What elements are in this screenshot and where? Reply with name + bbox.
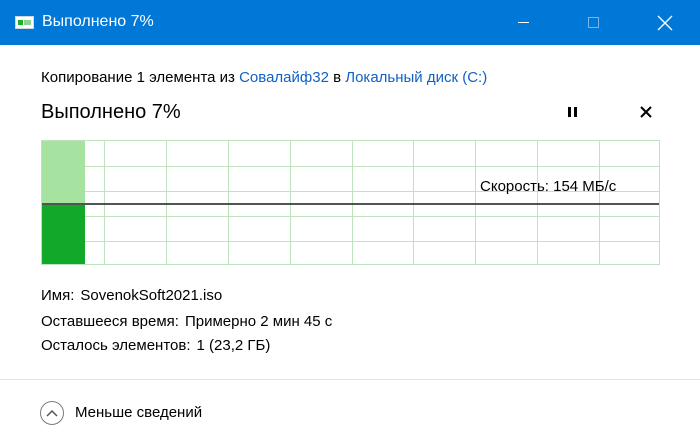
copy-prefix: Копирование 1 элемента из bbox=[41, 69, 240, 86]
items-label: Осталось элементов: bbox=[41, 337, 191, 354]
progress-fill-dark bbox=[42, 205, 85, 264]
window-title: Выполнено 7% bbox=[42, 13, 154, 30]
copy-progress-dialog: Выполнено 7% Копирование 1 элемента из С… bbox=[0, 0, 700, 444]
maximize-button bbox=[570, 0, 616, 45]
cancel-icon bbox=[640, 106, 652, 118]
time-label: Оставшееся время: bbox=[41, 313, 179, 330]
title-bar[interactable]: Выполнено 7% bbox=[0, 0, 700, 45]
destination-link[interactable]: Локальный диск (C:) bbox=[345, 69, 487, 86]
detail-name-row: Имя: SovenokSoft2021.iso bbox=[41, 286, 222, 306]
pause-icon bbox=[566, 107, 578, 117]
maximize-icon bbox=[587, 17, 599, 28]
name-value: SovenokSoft2021.iso bbox=[80, 287, 223, 304]
speed-label: Скорость: 154 МБ/с bbox=[480, 178, 617, 195]
copy-middle: в bbox=[328, 69, 346, 86]
source-link[interactable]: Совалайф32 bbox=[239, 69, 329, 86]
speed-graph-canvas bbox=[42, 141, 659, 264]
close-icon bbox=[657, 15, 673, 30]
minimize-icon bbox=[517, 22, 529, 23]
cancel-button[interactable] bbox=[635, 101, 657, 123]
time-value: Примерно 2 мин 45 с bbox=[184, 313, 333, 330]
less-details-button[interactable]: Меньше сведений bbox=[40, 399, 202, 427]
items-value: 1 (23,2 ГБ) bbox=[196, 337, 271, 354]
progress-title: Выполнено 7% bbox=[41, 101, 181, 123]
name-label: Имя: bbox=[41, 287, 75, 304]
detail-time-row: Оставшееся время: Примерно 2 мин 45 с bbox=[41, 312, 332, 332]
footer: Меньше сведений bbox=[0, 380, 700, 444]
minimize-button[interactable] bbox=[500, 0, 546, 45]
less-details-label: Меньше сведений bbox=[75, 404, 203, 421]
close-button[interactable] bbox=[642, 0, 688, 45]
progress-fill-light bbox=[42, 141, 85, 203]
graph-grid bbox=[42, 141, 659, 264]
detail-items-row: Осталось элементов: 1 (23,2 ГБ) bbox=[41, 336, 270, 356]
copy-description: Копирование 1 элемента из Совалайф32 в Л… bbox=[41, 68, 487, 88]
transfer-speed-graph bbox=[41, 140, 660, 265]
copy-progress-icon bbox=[15, 16, 34, 29]
chevron-up-icon bbox=[40, 401, 64, 425]
pause-button[interactable] bbox=[561, 101, 583, 123]
